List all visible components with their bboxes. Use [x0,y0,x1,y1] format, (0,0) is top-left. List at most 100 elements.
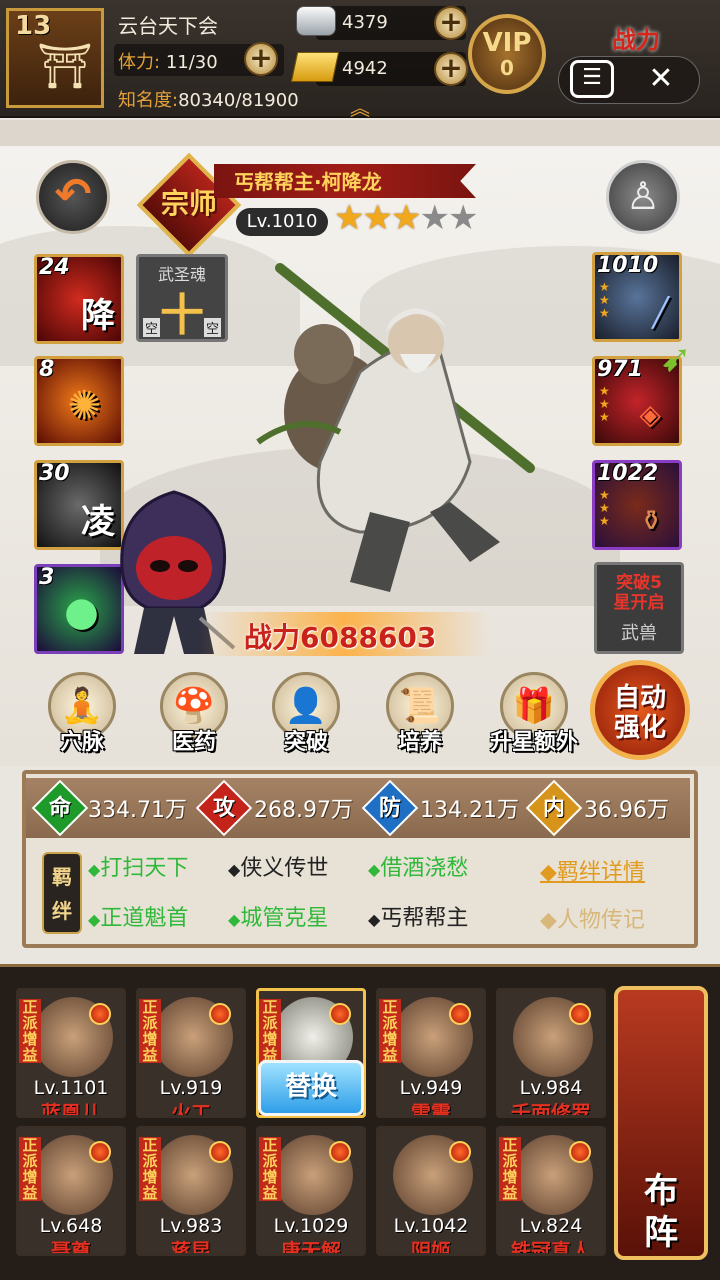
upgrade-arrow-icon: ➹ [660,336,692,380]
hp-value: 334.71万 [88,798,187,823]
member-name: 唐无解 [281,1239,341,1256]
skill-count: 3 [39,565,55,590]
power-value: 6088603 [300,621,437,654]
alert-dot-icon [209,1003,231,1025]
member-level: Lv.983 [159,1215,223,1237]
medicine-label: 医药 [171,730,216,755]
meridian-button[interactable]: 🧘 穴脉 [42,672,122,755]
team-member-card[interactable]: Lv.1042 阴姬 [376,1126,486,1256]
bond-details-link[interactable]: ◆羁绊详情 [540,854,645,886]
beast-line1: 突破5 [616,573,662,593]
faction-tag: 正派增益 [259,999,281,1063]
add-stamina-button[interactable]: + [244,42,278,76]
member-level: Lv.919 [159,1077,223,1099]
vip-badge[interactable]: VIP 0 [468,14,546,94]
skill-slot-2[interactable]: 8 ✺ [34,356,124,446]
team-member-card[interactable]: Lv.984 千面修罗 [496,988,606,1118]
bond-item[interactable]: ◆打扫天下 [88,850,188,882]
bond-item[interactable]: ◆侠义传世 [228,850,328,882]
bond-tag-text: 羁绊 [52,865,72,923]
faction-tag: 正派增益 [139,1137,161,1201]
flame-icon: ✺ [67,383,101,429]
hero-figure [256,263,535,592]
member-name: 千面修罗 [511,1101,591,1118]
martial-soul-slot[interactable]: 武圣魂 十 空 空 [136,254,228,342]
skill-slot-1[interactable]: 24 降 [34,254,124,344]
bond-item[interactable]: ◆正道魁首 [88,900,188,932]
swap-button[interactable]: 替换 [258,1060,364,1116]
player-avatar[interactable]: 13 ⛩ [6,8,104,108]
collapse-arrow-icon[interactable]: ︽ [350,92,370,121]
jade-orb-icon: ● [64,589,99,635]
star-upgrade-label: 升星额外 [489,730,578,755]
member-level: Lv.1029 [273,1215,349,1237]
alert-dot-icon [329,1141,351,1163]
bond-name: 城管克星 [240,906,329,931]
bond-item[interactable]: ◆借酒浇愁 [368,850,468,882]
equip-stars: ★ ★ ★ [599,280,610,320]
defense-value: 134.21万 [420,798,519,823]
add-silver-button[interactable]: + [434,6,468,40]
faction-tag: 正派增益 [379,999,401,1063]
member-level: Lv.984 [519,1077,583,1099]
staff-icon: ╱ [652,296,669,329]
faction-tag: 正派增益 [19,999,41,1063]
team-member-card[interactable]: 正派增益 Lv.1029 唐无解 [256,1126,366,1256]
hero-power: 战力6088603 [244,616,436,656]
add-gold-button[interactable]: + [434,52,468,86]
statue-button[interactable]: ♙ [606,160,680,234]
formation-button[interactable]: 布阵 [614,986,708,1260]
team-member-card[interactable]: 正派增益 Lv.983 蒋昆 [136,1126,246,1256]
training-button[interactable]: 📜 培养 [380,672,460,755]
attack-icon-text: 攻 [212,796,235,821]
hp-icon-text: 命 [48,796,71,821]
hero-level: Lv.1010 [236,208,328,236]
alert-dot-icon [209,1141,231,1163]
stamina-text: 体力: 11/30 [118,48,218,74]
faction-tag: 正派增益 [19,1137,41,1201]
equip-level: 1010 [597,253,659,278]
alert-dot-icon [89,1141,111,1163]
hero-stars: ★★★★★ [334,198,479,238]
member-name: 雷震 [411,1101,451,1118]
bond-name: 侠义传世 [240,856,329,881]
star-upgrade-button[interactable]: 🎁 升星额外 [490,672,578,755]
bond-item[interactable]: ◆城管克星 [228,900,328,932]
close-icon[interactable]: ✕ [646,60,676,98]
star-icon: ★ [390,198,422,238]
top-bar: 13 ⛩ 云台天下会 体力: 11/30 + 知名度:80340/81900 4… [0,0,720,121]
bond-name: 丐帮帮主 [380,906,469,931]
equip-accessory[interactable]: 1022 ★ ★ ★ ⚱ [592,460,682,550]
attack-value: 268.97万 [254,798,353,823]
bond-name: 正道魁首 [100,906,189,931]
medicine-button[interactable]: 🍄 医药 [154,672,234,755]
star-empty-icon: ★ [447,198,479,238]
alert-dot-icon [449,1003,471,1025]
team-member-card[interactable]: 正派增益 Lv.648 聂尊 [16,1126,126,1256]
team-member-card[interactable]: 正派增益 Lv.1101 蓝凰儿 [16,988,126,1118]
team-member-card[interactable]: 正派增益 Lv.949 雷震 [376,988,486,1118]
breakthrough-label: 突破 [283,730,328,755]
equip-weapon[interactable]: 1010 ★ ★ ★ ╱ [592,252,682,342]
member-name: 蓝凰儿 [41,1101,101,1118]
team-member-card[interactable]: 正派增益 Lv.919 火工 [136,988,246,1118]
pagoda-icon: ⛩ [37,41,93,92]
bond-name: 打扫天下 [100,856,189,881]
member-level: Lv.1042 [393,1215,469,1237]
vase-icon: ⚱ [639,504,663,537]
breakthrough-button[interactable]: 👤 突破 [266,672,346,755]
power-label: 战力 [244,621,301,654]
back-button[interactable]: ↶ [36,160,110,234]
bond-item[interactable]: ◆丐帮帮主 [368,900,468,932]
member-level: Lv.949 [399,1077,463,1099]
guild-name: 云台天下会 [118,14,218,38]
auto-enhance-button[interactable]: 自动 强化 [590,660,690,760]
team-member-card[interactable]: 正派增益 Lv.824 铁冠真人 [496,1126,606,1256]
star-empty-icon: ★ [419,198,450,238]
divider-band [0,120,720,146]
menu-icon[interactable]: ☰ [570,60,614,98]
biography-link[interactable]: ◆人物传记 [540,902,645,934]
power-tag: 战力 [612,26,660,54]
skill-glyph: 降 [81,296,115,336]
beast-slot-locked[interactable]: 突破5 星开启 武兽 [594,562,684,654]
